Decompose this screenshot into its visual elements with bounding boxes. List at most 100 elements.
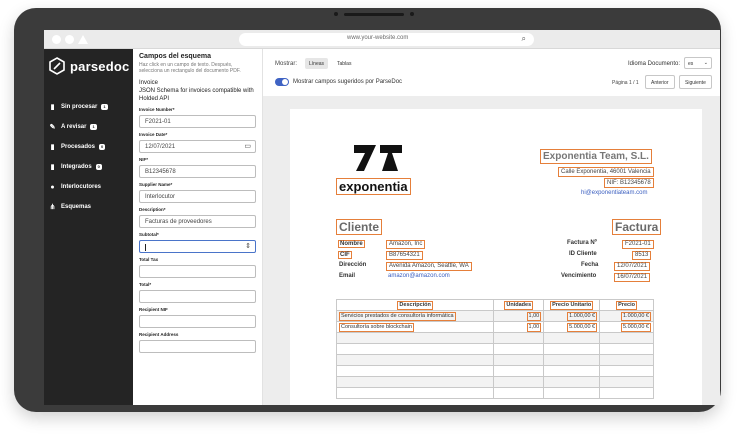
previous-page-button[interactable]: Anterior (645, 75, 675, 89)
next-page-button[interactable]: Siguiente (679, 75, 712, 89)
client-cif-label: CIF (338, 251, 352, 259)
recipient-address-input[interactable] (139, 340, 256, 353)
company-email[interactable]: hi@exponentiateam.com (579, 190, 649, 196)
table-row (335, 387, 654, 399)
calendar-icon[interactable]: ▭ (244, 143, 251, 150)
sidebar-nav: ▮ Sin procesar 1 ✎ A revisar 1 ▮ Procesa… (44, 97, 133, 217)
sidebar-item-interlocutores[interactable]: ● Interlocutores (44, 177, 133, 197)
schema-json-name: JSON Schema for invoices compatible with… (139, 88, 254, 102)
invoice-lines-table: Descripción Unidades Precio Unitario Pre… (335, 299, 654, 399)
document-viewer: exponentia Exponentia Team, S.L. Calle E… (263, 96, 720, 405)
sidebar-item-label: Interlocutores (61, 184, 102, 190)
schema-icon: ⋔ (49, 203, 56, 211)
client-name-value: Amazon, Inc (386, 240, 426, 249)
user-circle-icon: ● (50, 183, 55, 191)
count-badge: 1 (90, 124, 97, 130)
camera-bar (334, 10, 424, 18)
total-tax-input[interactable] (139, 265, 256, 278)
sidebar-item-integrados[interactable]: ▮ Integrados 0 (44, 157, 133, 177)
company-logo-mark (354, 145, 402, 171)
screen: www.your-website.com ⌕ parsedoc ▮ Sin pr… (44, 30, 720, 405)
line-description: Consultoría sobre blockchain (335, 321, 495, 333)
invoice-heading: Factura (612, 219, 662, 235)
description-input[interactable]: Facturas de proveedores (139, 215, 256, 228)
sidebar-item-a-revisar[interactable]: ✎ A revisar 1 (44, 117, 133, 137)
stepper-icon[interactable]: ⇕ (245, 243, 251, 250)
window-maximize-button[interactable] (78, 35, 88, 44)
nif-input[interactable]: B12345678 (139, 165, 256, 178)
invoice-page[interactable]: exponentia Exponentia Team, S.L. Calle E… (290, 109, 702, 405)
show-label: Mostrar: (275, 61, 298, 67)
invoice-number-value: F2021-01 (622, 240, 654, 249)
file-icon: ▮ (50, 103, 55, 111)
language-value: es (688, 61, 694, 67)
line-description: Servicios prestados de consultoría infor… (335, 310, 495, 322)
table-row (335, 365, 654, 377)
count-badge: 1 (101, 104, 108, 110)
client-email-label: Email (339, 273, 356, 279)
schema-title: Campos del esquema (139, 53, 211, 60)
line-units: 1,00 (493, 310, 545, 322)
recipient-nif-input[interactable] (139, 315, 256, 328)
tab-tablas[interactable]: Tablas (333, 58, 355, 69)
invoice-date-input[interactable]: 12/07/2021 ▭ (139, 140, 256, 153)
client-email-value[interactable]: amazon@amazon.com (388, 273, 450, 279)
search-icon[interactable]: ⌕ (522, 34, 526, 44)
invoice-date-value-doc: 12/07/2021 (614, 262, 651, 271)
schema-description: Haz click en un campo de texto. Después,… (139, 62, 241, 74)
total-input[interactable] (139, 290, 256, 303)
subtotal-input[interactable]: ⇕ (139, 240, 256, 253)
sidebar-item-label: Integrados (61, 164, 92, 170)
field-label: Recipient Address (139, 332, 179, 337)
table-row (335, 343, 654, 355)
edit-file-icon: ✎ (49, 123, 56, 131)
client-name-label: Nombre (338, 240, 365, 248)
sidebar-item-label: Esquemas (61, 204, 92, 210)
tab-lineas[interactable]: Líneas (305, 58, 329, 69)
invoice-number-input[interactable]: F2021-01 (139, 115, 256, 128)
suggested-fields-toggle[interactable] (275, 78, 289, 86)
text-cursor (145, 244, 146, 251)
line-price: 1.000,00 € (599, 310, 654, 322)
logo-text: parsedoc (70, 58, 130, 74)
field-label: Recipient NIF (139, 307, 168, 312)
parsedoc-logo-icon (49, 57, 65, 75)
field-label: Invoice Date* (139, 132, 168, 137)
client-cif-value: B87654321 (386, 251, 423, 260)
logo[interactable]: parsedoc (49, 57, 129, 75)
field-label: Total Tax (139, 257, 159, 262)
sidebar-item-esquemas[interactable]: ⋔ Esquemas (44, 197, 133, 217)
due-date-label: Vencimiento (561, 273, 597, 279)
field-label: Invoice Number* (139, 107, 175, 112)
company-address: Calle Exponentia, 46001 Valencia (558, 167, 654, 177)
column-header: Descripción (335, 299, 495, 311)
invoice-number-label: Factura Nº (567, 240, 597, 246)
column-header: Unidades (493, 299, 545, 311)
supplier-name-input[interactable]: Interlocutor (139, 190, 256, 203)
file-check-icon: ▮ (50, 143, 55, 151)
client-address-label: Dirección (339, 262, 367, 268)
table-row: Servicios prestados de consultoría infor… (335, 310, 654, 322)
language-select[interactable]: es ⌄ (684, 57, 712, 69)
window-minimize-button[interactable] (65, 35, 74, 44)
invoice-date-value: 12/07/2021 (145, 144, 176, 150)
sidebar: parsedoc ▮ Sin procesar 1 ✎ A revisar 1 … (44, 49, 133, 405)
sidebar-item-label: Sin procesar (61, 104, 98, 110)
field-label: Supplier Name* (139, 182, 173, 187)
sidebar-item-sin-procesar[interactable]: ▮ Sin procesar 1 (44, 97, 133, 117)
client-heading: Cliente (336, 219, 383, 235)
language-label: Idioma Documento: (628, 61, 681, 67)
due-date-value: 16/07/2021 (614, 273, 651, 282)
field-label: Subtotal* (139, 232, 159, 237)
viewer-toolbar: Mostrar: Líneas Tablas Mostrar campos su… (263, 49, 720, 96)
device-frame: www.your-website.com ⌕ parsedoc ▮ Sin pr… (14, 8, 721, 412)
line-unit-price: 5.000,00 € (543, 321, 601, 333)
window-close-button[interactable] (52, 35, 61, 44)
sidebar-item-procesados[interactable]: ▮ Procesados 0 (44, 137, 133, 157)
address-bar[interactable]: www.your-website.com ⌕ (239, 33, 534, 46)
table-row (335, 354, 654, 366)
company-nif: NIF: B12345678 (604, 178, 654, 188)
line-unit-price: 1.000,00 € (543, 310, 601, 322)
page-indicator: Página 1 / 1 (612, 80, 639, 86)
table-row: Consultoría sobre blockchain 1,00 5.000,… (335, 321, 654, 333)
